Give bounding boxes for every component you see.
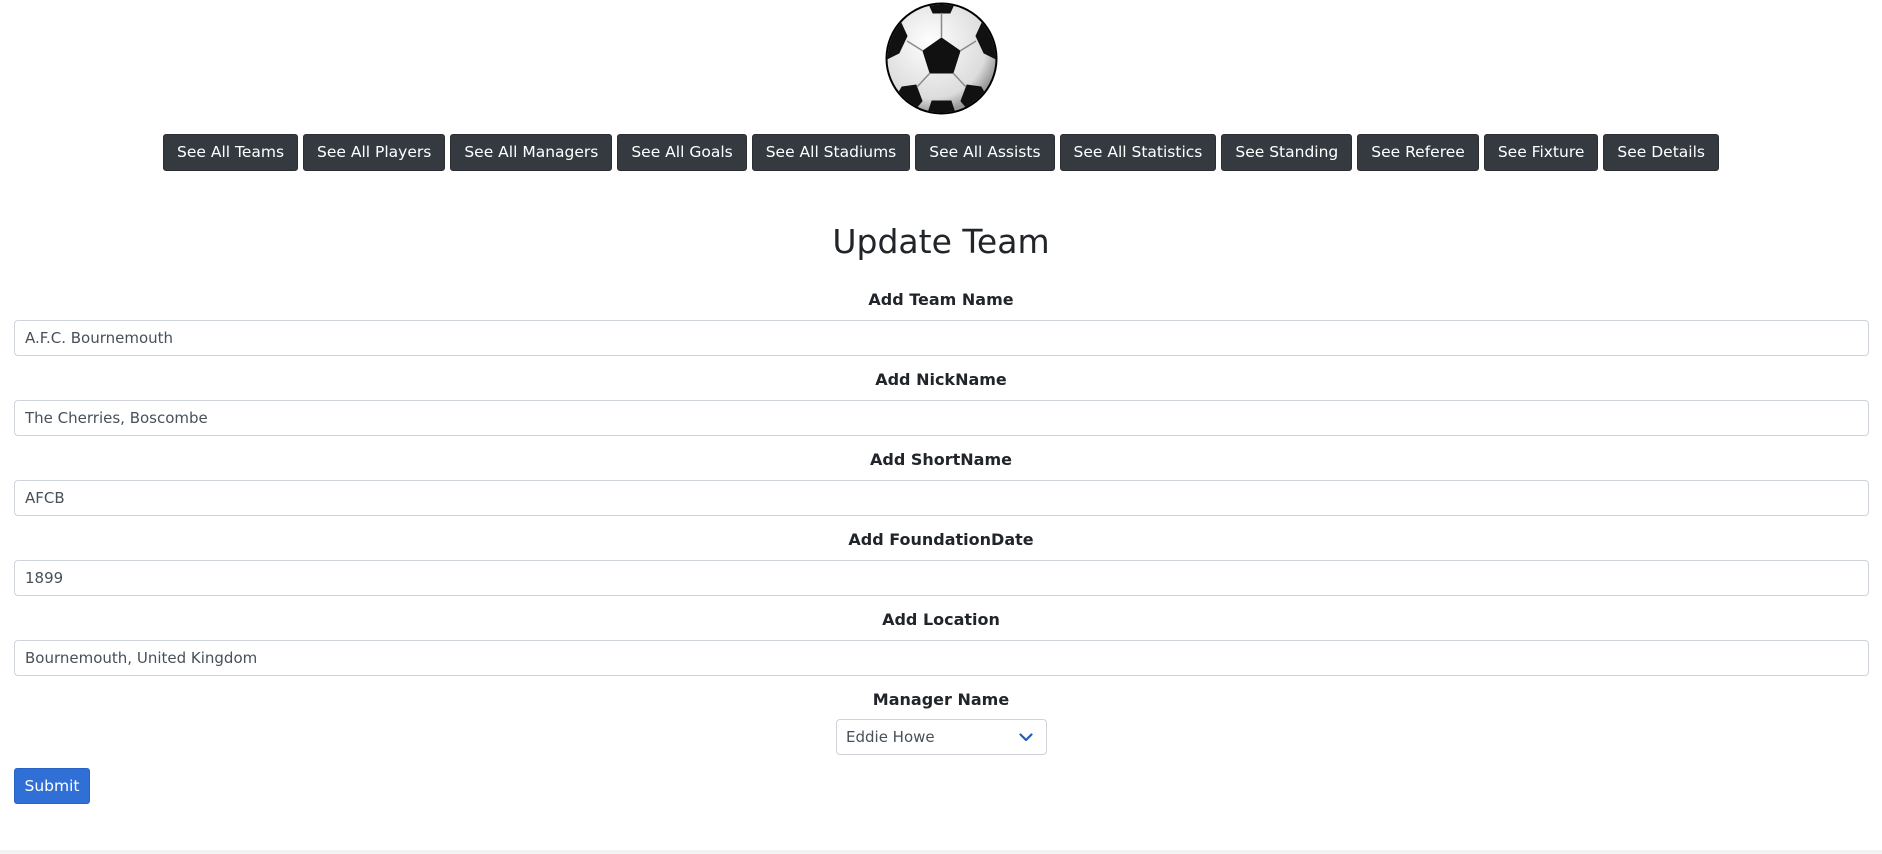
page: See All Teams See All Players See All Ma… — [0, 0, 1882, 854]
see-fixture-button[interactable]: See Fixture — [1483, 134, 1599, 171]
see-referee-button[interactable]: See Referee — [1357, 134, 1479, 171]
see-details-button[interactable]: See Details — [1603, 134, 1719, 171]
see-all-statistics-button[interactable]: See All Statistics — [1059, 134, 1217, 171]
see-all-stadiums-button[interactable]: See All Stadiums — [751, 134, 911, 171]
team-name-input[interactable] — [14, 320, 1869, 356]
nickname-label: Add NickName — [875, 370, 1007, 389]
footer-divider — [0, 850, 1882, 854]
top-nav: See All Teams See All Players See All Ma… — [0, 134, 1882, 171]
nickname-input[interactable] — [14, 400, 1869, 436]
team-name-label: Add Team Name — [868, 290, 1014, 309]
see-standing-button[interactable]: See Standing — [1221, 134, 1353, 171]
see-all-players-button[interactable]: See All Players — [303, 134, 446, 171]
location-label: Add Location — [882, 610, 1000, 629]
shortname-input[interactable] — [14, 480, 1869, 516]
page-title: Update Team — [832, 222, 1050, 261]
manager-name-label: Manager Name — [872, 690, 1010, 709]
foundation-date-label: Add FoundationDate — [848, 530, 1034, 549]
manager-select[interactable]: Eddie Howe — [836, 719, 1047, 755]
shortname-label: Add ShortName — [869, 450, 1012, 469]
see-all-goals-button[interactable]: See All Goals — [617, 134, 747, 171]
see-all-assists-button[interactable]: See All Assists — [915, 134, 1055, 171]
foundation-date-input[interactable] — [14, 560, 1869, 596]
submit-button[interactable]: Submit — [14, 768, 90, 804]
soccer-ball-icon — [884, 1, 999, 116]
see-all-managers-button[interactable]: See All Managers — [450, 134, 613, 171]
manager-select-value: Eddie Howe — [846, 728, 935, 746]
chevron-down-icon — [1018, 729, 1034, 745]
location-input[interactable] — [14, 640, 1869, 676]
see-all-teams-button[interactable]: See All Teams — [163, 134, 299, 171]
